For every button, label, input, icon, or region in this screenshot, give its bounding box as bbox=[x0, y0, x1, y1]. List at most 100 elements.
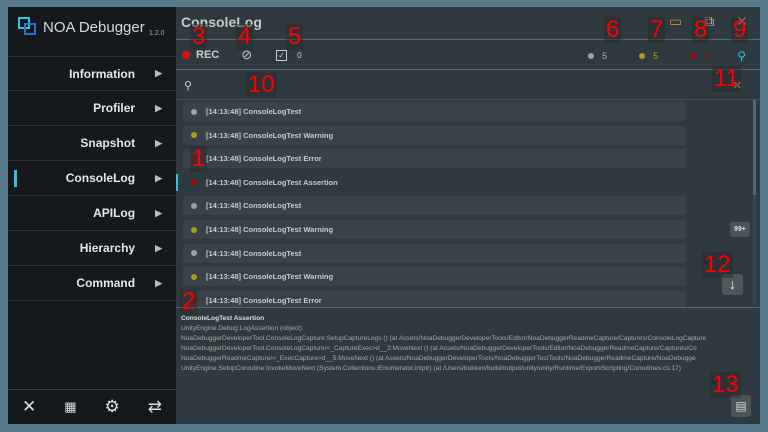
log-icon bbox=[191, 250, 197, 257]
sidebar-item-label: Hierarchy bbox=[79, 241, 136, 255]
sidebar-item-hierarchy[interactable]: Hierarchy ▶ bbox=[8, 231, 176, 266]
warning-count[interactable]: 5 bbox=[653, 51, 658, 61]
error-icon bbox=[191, 179, 197, 186]
log-row[interactable]: [14:13:48] ConsoleLogTest Error bbox=[183, 149, 686, 169]
scrollbar[interactable] bbox=[753, 100, 756, 305]
swap-icon[interactable]: ⇄ bbox=[148, 397, 162, 417]
stack-line: UnityEngine.SetupCoroutine:InvokeMoveNex… bbox=[181, 365, 681, 372]
sidebar-bottom-bar: ✕ ▦ ⚙ ⇄ bbox=[8, 389, 176, 424]
log-text: [14:13:48] ConsoleLogTest Assertion bbox=[206, 177, 338, 187]
divider bbox=[176, 307, 760, 308]
app-logo: NOA Debugger bbox=[18, 17, 145, 37]
stack-line: NoaDebuggerDeveloperTool.ConsoleLogCaptu… bbox=[181, 345, 697, 352]
error-filter-icon[interactable] bbox=[690, 53, 697, 59]
sidebar-item-label: Information bbox=[69, 66, 136, 81]
rec-icon[interactable] bbox=[182, 51, 190, 59]
log-text: [14:13:48] ConsoleLogTest Error bbox=[206, 295, 322, 305]
stack-line: UnityEngine.Debug:LogAssertion (object) bbox=[181, 325, 302, 332]
sidebar-item-apilog[interactable]: APILog ▶ bbox=[8, 196, 176, 231]
log-text: [14:13:48] ConsoleLogTest Warning bbox=[206, 272, 334, 282]
annotation-label: 11 bbox=[712, 65, 741, 92]
log-filter-icon[interactable] bbox=[588, 53, 595, 59]
log-text: [14:13:48] ConsoleLogTest Warning bbox=[206, 130, 334, 140]
annotation-label: 12 bbox=[702, 251, 733, 278]
annotation-label: 3 bbox=[190, 23, 208, 50]
stack-line: NoaDebuggerReadmeCapture/<_ExecCapture>d… bbox=[181, 355, 696, 362]
chevron-right-icon: ▶ bbox=[155, 207, 162, 218]
annotation-label: 9 bbox=[731, 16, 749, 43]
annotation-label: 8 bbox=[692, 16, 710, 43]
annotation-label: 7 bbox=[648, 16, 666, 43]
sidebar-item-label: ConsoleLog bbox=[65, 171, 136, 185]
sidebar-item-snapshot[interactable]: Snapshot ▶ bbox=[8, 126, 176, 161]
chevron-right-icon: ▶ bbox=[155, 102, 162, 113]
annotation-label: 5 bbox=[286, 23, 304, 50]
collapse-checkbox[interactable]: ✓ bbox=[276, 49, 288, 61]
search-toggle-icon[interactable]: ⚲ bbox=[737, 49, 746, 63]
log-icon bbox=[191, 108, 197, 115]
log-text: [14:13:48] ConsoleLogTest bbox=[206, 248, 302, 258]
sidebar-item-profiler[interactable]: Profiler ▶ bbox=[8, 91, 176, 126]
noa-logo-icon bbox=[18, 17, 38, 37]
log-count[interactable]: 5 bbox=[602, 51, 607, 61]
chevron-right-icon: ▶ bbox=[155, 137, 162, 148]
grid-icon[interactable]: ▦ bbox=[64, 399, 76, 415]
sidebar-item-consolelog[interactable]: ConsoleLog ▶ bbox=[8, 161, 176, 196]
log-row[interactable]: [14:13:48] ConsoleLogTest Assertion bbox=[183, 173, 686, 192]
log-list: [14:13:48] ConsoleLogTest [14:13:48] Cons… bbox=[176, 100, 760, 307]
gear-icon[interactable]: ⚙ bbox=[105, 397, 120, 417]
log-row[interactable]: [14:13:48] ConsoleLogTest Warning bbox=[183, 267, 686, 287]
chevron-right-icon: ▶ bbox=[155, 68, 162, 78]
log-text: [14:13:48] ConsoleLogTest bbox=[206, 201, 302, 211]
sidebar-item-information[interactable]: Information ▶ bbox=[8, 56, 176, 91]
log-filter-counts: 5 5 3 ⚲ bbox=[588, 49, 746, 63]
log-detail: ConsoleLogTest Assertion UnityEngine.Deb… bbox=[181, 314, 763, 374]
log-text: [14:13:48] ConsoleLogTest Warning bbox=[206, 225, 334, 234]
warning-filter-icon[interactable] bbox=[639, 53, 646, 59]
detail-title: ConsoleLogTest Assertion bbox=[181, 315, 265, 322]
warning-icon bbox=[191, 226, 197, 233]
error-count[interactable]: 3 bbox=[704, 51, 709, 61]
collapse-count: 0 bbox=[297, 50, 302, 60]
copy-button[interactable]: ▤ bbox=[731, 395, 751, 417]
log-row[interactable]: [14:13:48] ConsoleLogTest Warning bbox=[183, 220, 686, 239]
log-row[interactable]: [14:13:48] ConsoleLogTest bbox=[183, 102, 686, 121]
copy-icon: ▤ bbox=[735, 399, 747, 413]
sidebar-nav: Information ▶ Profiler ▶ Snapshot ▶ Console… bbox=[8, 56, 176, 301]
sidebar-item-label: Profiler bbox=[93, 101, 136, 115]
rec-button[interactable]: REC bbox=[196, 49, 219, 61]
divider bbox=[176, 39, 760, 40]
chevron-right-icon: ▶ bbox=[155, 172, 162, 183]
divider bbox=[176, 69, 760, 70]
annotation-label: 13 bbox=[710, 371, 741, 398]
warning-icon bbox=[191, 273, 197, 280]
search-icon: ⚲ bbox=[184, 80, 193, 92]
log-text: [14:13:48] ConsoleLogTest Error bbox=[206, 154, 322, 164]
sidebar-item-label: APILog bbox=[93, 206, 136, 220]
chevron-right-icon: ▶ bbox=[155, 242, 162, 253]
annotation-label: 10 bbox=[246, 71, 277, 98]
log-count-badge: 99+ bbox=[730, 222, 750, 237]
annotation-label: 1 bbox=[190, 145, 208, 172]
log-row[interactable]: [14:13:48] ConsoleLogTest bbox=[183, 243, 686, 263]
sidebar: NOA Debugger 1.2.0 Information ▶ Profiler… bbox=[8, 7, 176, 424]
log-text: [14:13:48] ConsoleLogTest bbox=[206, 107, 302, 116]
minimize-window-icon[interactable]: ▭ bbox=[669, 13, 682, 30]
app-name: NOA Debugger bbox=[43, 18, 145, 36]
log-icon bbox=[191, 202, 197, 209]
annotation-label: 6 bbox=[604, 16, 622, 43]
annotation-label: 2 bbox=[180, 288, 198, 315]
chevron-right-icon: ▶ bbox=[155, 277, 162, 288]
log-row[interactable]: [14:13:48] ConsoleLogTest bbox=[183, 196, 686, 216]
stack-line: NoaDebuggerDeveloperTool.ConsoleLogCaptu… bbox=[181, 335, 707, 342]
app-version: 1.2.0 bbox=[149, 30, 165, 37]
annotation-label: 4 bbox=[236, 23, 254, 50]
warning-icon bbox=[191, 132, 197, 139]
log-row[interactable]: [14:13:48] ConsoleLogTest Error bbox=[183, 290, 686, 307]
log-row[interactable]: [14:13:48] ConsoleLogTest Warning bbox=[183, 125, 686, 145]
sidebar-item-command[interactable]: Command ▶ bbox=[8, 266, 176, 301]
sidebar-item-label: Snapshot bbox=[80, 136, 136, 150]
close-icon[interactable]: ✕ bbox=[22, 397, 36, 417]
sidebar-item-label: Command bbox=[76, 276, 136, 290]
arrow-down-icon: ↓ bbox=[729, 276, 736, 292]
